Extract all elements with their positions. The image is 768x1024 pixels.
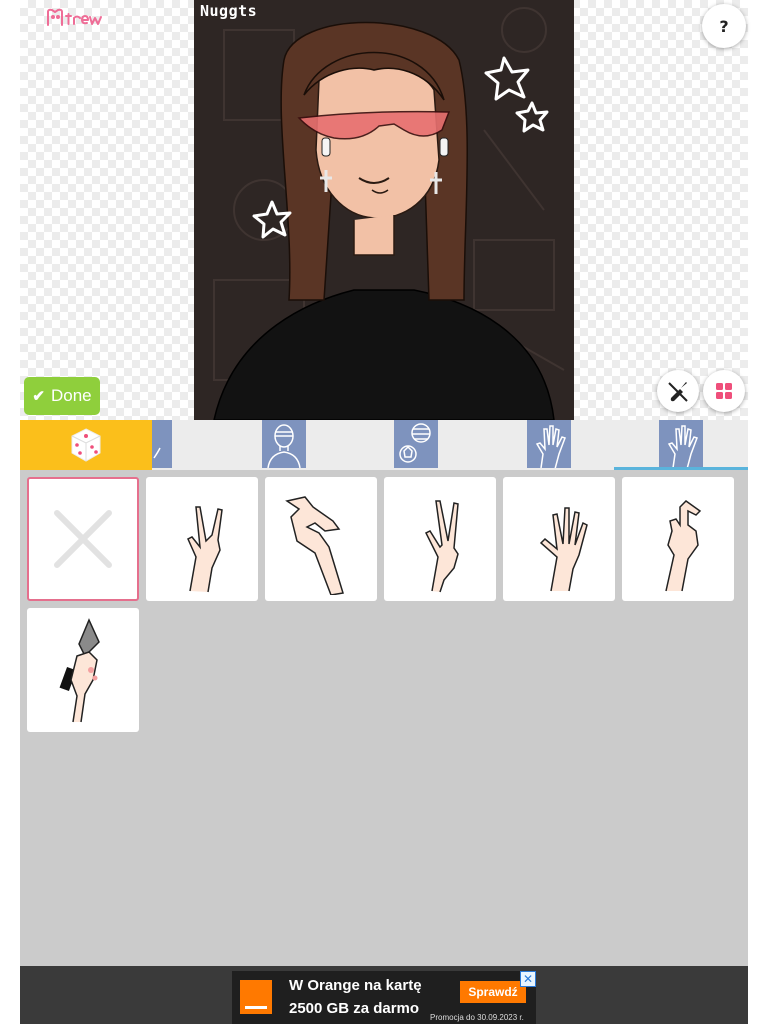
partial-thumb-icon <box>153 447 161 459</box>
tab-randomize[interactable] <box>20 420 152 470</box>
peace-hand-icon <box>424 500 459 593</box>
none-x-icon <box>54 510 112 568</box>
knife-hand-icon <box>59 618 100 723</box>
rock-hand-icon <box>187 506 223 593</box>
tab-hands-1[interactable] <box>527 420 571 470</box>
hand-icon <box>667 425 698 470</box>
ad-cta-button[interactable]: Sprawdź <box>460 981 526 1003</box>
tab-objects[interactable] <box>394 420 438 468</box>
tab-head[interactable] <box>262 420 306 469</box>
item-peace-hand[interactable] <box>384 477 496 601</box>
item-frame-hand[interactable] <box>265 477 377 601</box>
frame-hand-icon <box>285 496 344 595</box>
signature-text: Nuggts <box>200 2 258 20</box>
ad-headline: W Orange na kartę <box>289 977 422 994</box>
open-hand-icon <box>539 507 588 592</box>
check-icon: ✔ <box>32 388 45 405</box>
hand-icon <box>535 425 566 470</box>
item-knife-hand[interactable] <box>27 608 139 732</box>
dice-icon <box>71 428 101 462</box>
avatar-canvas: Nuggts <box>194 0 574 420</box>
item-open-hand[interactable] <box>503 477 615 601</box>
ad-fine-print: Promocja do 30.09.2023 r. <box>430 1013 524 1022</box>
pointing-hand-icon <box>665 500 702 592</box>
head-outline-icon <box>267 424 301 469</box>
ad-banner[interactable]: W Orange na kartę 2500 GB za darmo Spraw… <box>232 971 536 1024</box>
ball-icon <box>399 423 431 463</box>
brush-slash-icon <box>668 382 688 402</box>
item-rock-hand[interactable] <box>146 477 258 601</box>
item-none[interactable] <box>27 477 139 601</box>
orange-logo-icon <box>240 980 272 1014</box>
ad-close-icon[interactable]: ✕ <box>520 971 536 987</box>
grid-icon <box>716 383 732 399</box>
done-button[interactable]: ✔ Done <box>24 377 100 415</box>
help-button[interactable]: ? <box>702 4 746 48</box>
preview-area: Nuggts <box>20 0 748 420</box>
picrew-logo <box>44 6 108 30</box>
picrew-app: Nuggts ? ✔ Done W Orange na kartę 2500 G… <box>0 0 768 1024</box>
tab-partial[interactable] <box>152 420 172 468</box>
layout-toggle-button[interactable] <box>703 370 745 412</box>
category-tab-bar <box>20 420 748 470</box>
item-pointing-hand[interactable] <box>622 477 734 601</box>
item-grid <box>20 470 748 966</box>
ad-subline: 2500 GB za darmo <box>289 1000 420 1017</box>
tab-hands-2[interactable] <box>659 420 703 470</box>
brush-toggle-button[interactable] <box>657 370 699 412</box>
done-label: Done <box>50 386 92 405</box>
